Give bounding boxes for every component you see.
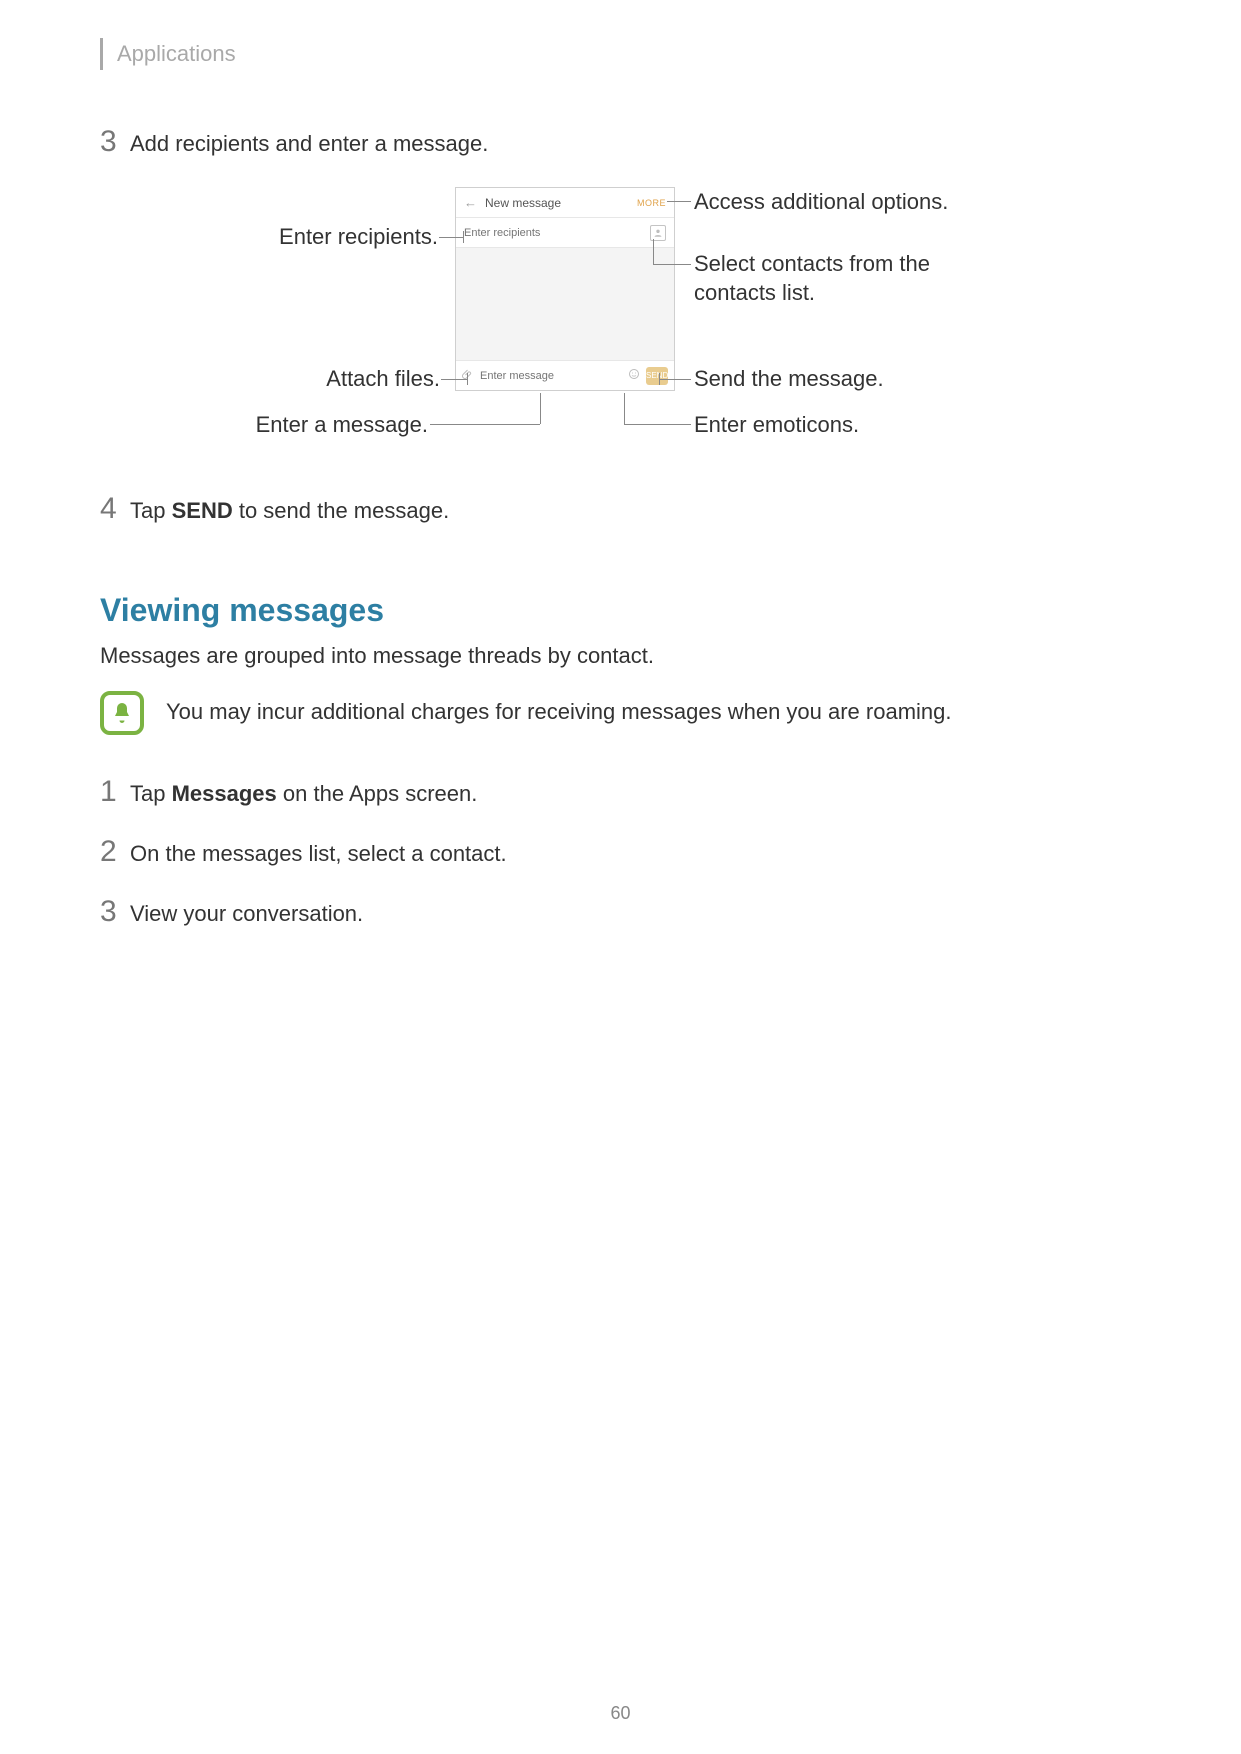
callout-attach-files: Attach files. (230, 365, 440, 394)
message-input[interactable] (480, 370, 622, 382)
header-title: Applications (117, 41, 236, 67)
step-number: 1 (100, 775, 130, 809)
send-button[interactable]: SEND (646, 367, 668, 385)
callout-access-more: Access additional options. (694, 188, 948, 217)
step-text-pre: Tap (130, 498, 172, 523)
callout-select-contacts: Select contacts from the contacts list. (694, 250, 974, 307)
callout-emoticons: Enter emoticons. (694, 411, 859, 440)
step-row: 4 Tap SEND to send the message. (100, 492, 1141, 526)
leader-line (540, 393, 541, 424)
step-number: 3 (100, 125, 130, 159)
section-heading: Viewing messages (100, 592, 1141, 629)
step-row: 2 On the messages list, select a contact… (100, 835, 1141, 869)
phone-screen: ← New message MORE SEND (455, 187, 675, 391)
header-bar-icon (100, 38, 103, 70)
leader-line (678, 379, 691, 380)
recipients-row (456, 218, 674, 248)
callout-enter-recipients: Enter recipients. (208, 223, 438, 252)
emoticon-icon[interactable] (628, 368, 640, 383)
leader-line (653, 264, 691, 265)
back-arrow-icon[interactable]: ← (464, 195, 477, 210)
section-paragraph: Messages are grouped into message thread… (100, 643, 1141, 669)
note-text: You may incur additional charges for rec… (166, 691, 952, 725)
step-row: 3 Add recipients and enter a message. (100, 125, 1141, 159)
step-number: 3 (100, 895, 130, 929)
step-text: On the messages list, select a contact. (130, 841, 507, 867)
bell-icon (100, 691, 144, 735)
step-text-bold: SEND (172, 498, 233, 523)
callout-send: Send the message. (694, 365, 884, 394)
step-text-bold: Messages (172, 781, 277, 806)
leader-line (430, 424, 540, 425)
page-header: Applications (100, 38, 1141, 70)
step-row: 1 Tap Messages on the Apps screen. (100, 775, 1141, 809)
step-text: Add recipients and enter a message. (130, 131, 488, 157)
attach-icon[interactable] (462, 368, 474, 383)
leader-line (467, 373, 468, 385)
step-text: Tap SEND to send the message. (130, 498, 449, 524)
step-text: Tap Messages on the Apps screen. (130, 781, 477, 807)
leader-line (659, 379, 679, 380)
more-button[interactable]: MORE (637, 198, 666, 208)
leader-line (624, 393, 625, 424)
leader-line (624, 424, 691, 425)
step-number: 4 (100, 492, 130, 526)
leader-line (667, 201, 691, 202)
compose-row: SEND (456, 360, 674, 390)
page-number: 60 (0, 1703, 1241, 1724)
phone-titlebar: ← New message MORE (456, 188, 674, 218)
step-text: View your conversation. (130, 901, 363, 927)
step-text-post: to send the message. (233, 498, 449, 523)
leader-line (653, 239, 654, 264)
phone-title: New message (485, 196, 629, 210)
leader-line (463, 231, 464, 243)
step-number: 2 (100, 835, 130, 869)
leader-line (439, 237, 463, 238)
step-row: 3 View your conversation. (100, 895, 1141, 929)
note-row: You may incur additional charges for rec… (100, 691, 1141, 735)
callout-enter-message: Enter a message. (200, 411, 428, 440)
recipients-input[interactable] (464, 227, 644, 239)
new-message-diagram: ← New message MORE SEND (100, 183, 1140, 448)
step-text-pre: Tap (130, 781, 172, 806)
message-body-area (456, 248, 674, 360)
leader-line (441, 379, 467, 380)
step-text-post: on the Apps screen. (277, 781, 478, 806)
